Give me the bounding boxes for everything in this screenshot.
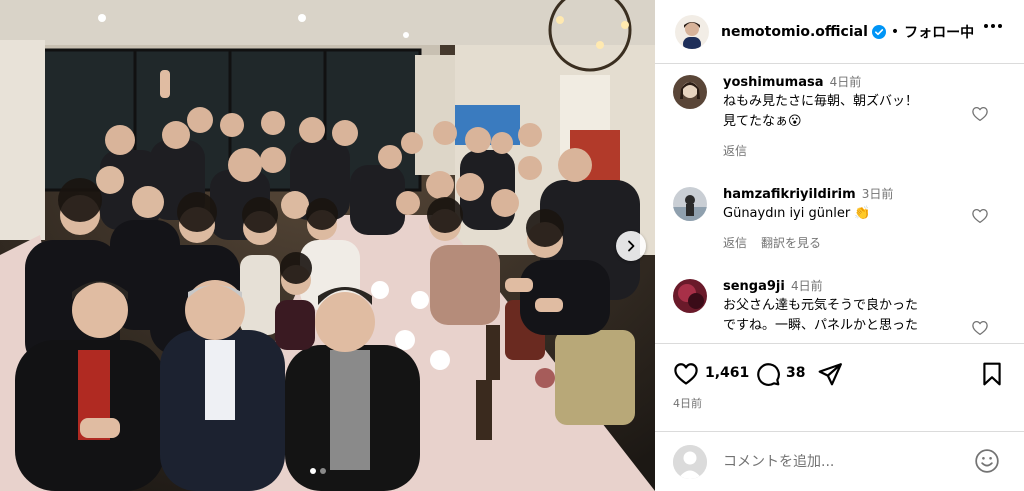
comment-time[interactable]: 3日前 xyxy=(862,187,894,201)
bookmark-icon xyxy=(983,362,1001,386)
comments-list[interactable]: yoshimumasa 4日前 ねもみ見たさに毎朝、朝ズバッ！ 見てたなぁ😮 返… xyxy=(655,65,1024,343)
carousel-indicator xyxy=(310,468,326,474)
verified-badge-icon xyxy=(871,24,886,39)
commenter-avatar[interactable] xyxy=(673,75,707,109)
comment-time[interactable]: 4日前 xyxy=(791,279,823,293)
author-avatar-image xyxy=(675,14,709,49)
comment-username[interactable]: yoshimumasa xyxy=(723,75,823,90)
comment-header: senga9ji 4日前 xyxy=(723,277,958,296)
commenter-avatar[interactable] xyxy=(673,187,707,221)
comment-bubble-icon xyxy=(757,363,780,386)
comment-like-heart-icon[interactable] xyxy=(971,207,989,225)
more-horizontal-icon xyxy=(984,24,988,28)
comment-text: ねもみ見たさに毎朝、朝ズバッ！ 見てたなぁ😮 xyxy=(723,92,958,132)
comment-header: hamzafikriyildirim 3日前 xyxy=(723,185,958,204)
comment-body: yoshimumasa 4日前 ねもみ見たさに毎朝、朝ズバッ！ 見てたなぁ😮 返… xyxy=(723,73,958,159)
comment-count[interactable]: 38 xyxy=(786,365,805,381)
chevron-right-icon xyxy=(628,240,635,252)
comment-text-line: ねもみ見たさに毎朝、朝ズバッ！ xyxy=(723,94,919,109)
comment-username[interactable]: hamzafikriyildirim xyxy=(723,187,856,202)
share-button[interactable] xyxy=(817,361,843,391)
reply-button[interactable]: 返信 xyxy=(723,142,747,159)
add-comment-bar xyxy=(655,431,1024,491)
comment-like-heart-icon[interactable] xyxy=(971,319,989,337)
comment-body: hamzafikriyildirim 3日前 Günaydın iyi günl… xyxy=(723,185,958,251)
comment-text: Günaydın iyi günler 👏 xyxy=(723,204,958,224)
following-button[interactable]: フォロー中 xyxy=(904,22,974,42)
viewer-avatar xyxy=(673,444,707,479)
translate-button[interactable]: 翻訳を見る xyxy=(761,234,821,251)
comment-actions: 返信 xyxy=(723,142,958,159)
commenter-avatar-image xyxy=(673,187,707,221)
heart-icon xyxy=(674,363,698,385)
comment-text: お父さん達も元気そうで良かった ですね。一瞬、パネルかと思った xyxy=(723,296,958,336)
like-button[interactable] xyxy=(673,361,699,391)
carousel-next-button[interactable] xyxy=(616,231,646,261)
comment-body: senga9ji 4日前 お父さん達も元気そうで良かった ですね。一瞬、パネルか… xyxy=(723,277,958,336)
post-header: nemotomio.official • フォロー中 xyxy=(655,0,1024,64)
post-photo xyxy=(0,0,655,491)
comment-text-line: Günaydın iyi günler 👏 xyxy=(723,206,871,221)
default-user-icon xyxy=(673,444,707,479)
reply-button[interactable]: 返信 xyxy=(723,234,747,251)
comment-button[interactable] xyxy=(755,361,781,391)
post-action-bar: 1,461 38 4日前 xyxy=(655,343,1024,431)
comment-text-line: お父さん達も元気そうで良かった xyxy=(723,298,919,313)
commenter-avatar-image xyxy=(673,279,707,313)
comment-actions: 返信 翻訳を見る xyxy=(723,234,958,251)
comment-text-line: ですね。一瞬、パネルかと思った xyxy=(723,318,919,333)
commenter-avatar-image xyxy=(673,75,707,109)
comment-text-line: 見てたなぁ😮 xyxy=(723,114,802,129)
comment-time[interactable]: 4日前 xyxy=(830,75,862,89)
header-separator: • xyxy=(890,23,900,40)
more-options-button[interactable] xyxy=(984,24,1002,30)
like-count[interactable]: 1,461 xyxy=(705,365,749,381)
smiley-icon[interactable] xyxy=(974,448,1000,474)
post-timestamp[interactable]: 4日前 xyxy=(673,395,702,411)
instagram-post-view: nemotomio.official • フォロー中 yoshimumasa 4… xyxy=(0,0,1024,491)
comment-username[interactable]: senga9ji xyxy=(723,279,785,294)
paper-plane-icon xyxy=(818,363,842,386)
post-side-panel: nemotomio.official • フォロー中 yoshimumasa 4… xyxy=(655,0,1024,491)
comment-header: yoshimumasa 4日前 xyxy=(723,73,958,92)
save-button[interactable] xyxy=(979,361,1005,391)
commenter-avatar[interactable] xyxy=(673,279,707,313)
carousel-dot-active xyxy=(310,468,316,474)
group-dinner-photo xyxy=(0,0,655,491)
author-username[interactable]: nemotomio.official xyxy=(721,24,868,40)
comment-input[interactable] xyxy=(723,453,983,470)
comment-like-heart-icon[interactable] xyxy=(971,105,989,123)
carousel-dot xyxy=(320,468,326,474)
author-avatar[interactable] xyxy=(675,14,709,49)
